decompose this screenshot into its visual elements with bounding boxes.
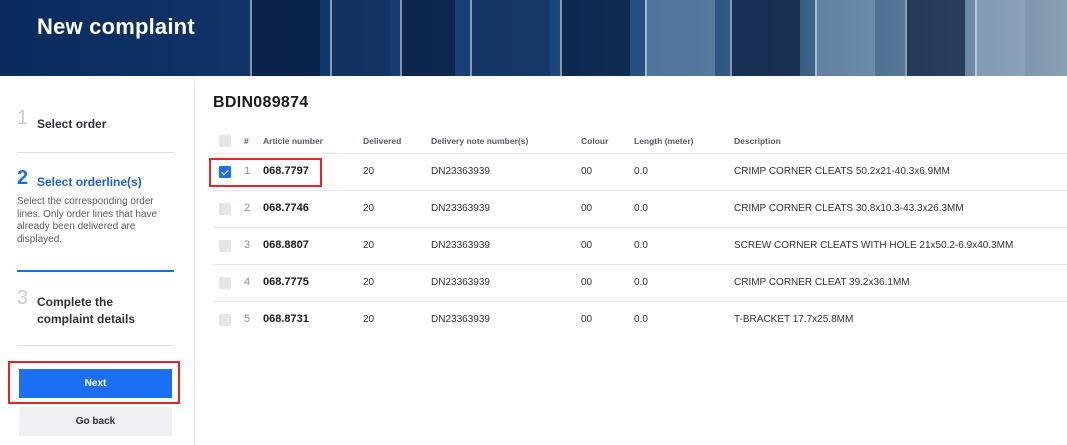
row-article: 068.8731 (263, 313, 309, 325)
row-colour: 00 (581, 203, 593, 214)
row-index: 5 (244, 313, 251, 325)
row-index: 4 (244, 276, 251, 288)
row-delivery-note: DN23363939 (431, 203, 490, 214)
banner-window (645, 0, 715, 76)
banner-window (330, 0, 390, 76)
col-description: Description (734, 136, 781, 146)
page-title: New complaint (37, 14, 195, 39)
row-delivered: 20 (363, 203, 375, 214)
row-article: 068.7746 (263, 202, 309, 214)
table-row[interactable]: 1 068.7797 20 DN23363939 00 0.0 CRIMP CO… (213, 153, 1067, 190)
row-description: SCREW CORNER CLEATS WITH HOLE 21x50.2-6.… (734, 240, 1014, 251)
step-label: Select orderline(s) (37, 175, 142, 189)
step-number: 3 (17, 287, 29, 309)
row-length: 0.0 (634, 203, 648, 214)
banner-window (400, 0, 455, 76)
sidebar-separator (194, 76, 195, 445)
row-checkbox[interactable] (219, 203, 231, 215)
step-description: Select the corresponding order lines. On… (17, 196, 158, 245)
row-length: 0.0 (634, 166, 648, 177)
header-banner: New complaint (0, 0, 1067, 76)
row-colour: 00 (581, 240, 593, 251)
row-index: 3 (244, 239, 251, 251)
row-description: T-BRACKET 17.7x25.8MM (734, 314, 854, 325)
banner-window (975, 0, 1025, 76)
banner-window (815, 0, 875, 76)
col-colour: Colour (581, 136, 609, 146)
row-delivered: 20 (363, 166, 375, 177)
table-row[interactable]: 3 068.8807 20 DN23363939 00 0.0 SCREW CO… (213, 227, 1067, 264)
row-checkbox[interactable] (219, 277, 231, 289)
row-article: 068.8807 (263, 239, 309, 251)
row-index: 2 (244, 202, 251, 214)
step-divider (17, 152, 174, 153)
row-delivery-note: DN23363939 (431, 314, 490, 325)
row-description: CRIMP CORNER CLEATS 30.8x10.3-43.3x26.3M… (734, 203, 964, 214)
step-number: 2 (17, 167, 29, 189)
step-select-orderlines: 2 Select orderline(s) Select the corresp… (17, 167, 174, 259)
row-delivered: 20 (363, 277, 375, 288)
step-divider-active (17, 270, 174, 272)
row-checkbox[interactable] (219, 240, 231, 252)
table-row[interactable]: 4 068.7775 20 DN23363939 00 0.0 CRIMP CO… (213, 264, 1067, 301)
col-article: Article number (263, 136, 323, 146)
row-article: 068.7775 (263, 276, 309, 288)
row-description: CRIMP CORNER CLEATS 50.2x21-40.3x6.9MM (734, 166, 950, 177)
col-length: Length (meter) (634, 136, 694, 146)
step-complete-details: 3 Complete the complaint details (17, 287, 174, 331)
row-delivery-note: DN23363939 (431, 166, 490, 177)
highlight-next-button (8, 361, 180, 404)
banner-window (730, 0, 800, 76)
go-back-button[interactable]: Go back (19, 407, 172, 436)
step-number: 1 (17, 107, 29, 129)
row-delivered: 20 (363, 314, 375, 325)
step-divider (17, 345, 174, 346)
row-checkbox[interactable] (219, 314, 231, 326)
step-label-line1: Complete the (37, 295, 114, 309)
table-header: # Article number Delivered Delivery note… (213, 130, 1067, 152)
row-colour: 00 (581, 166, 593, 177)
row-length: 0.0 (634, 277, 648, 288)
highlight-selected-row (209, 158, 322, 187)
col-delivery-note: Delivery note number(s) (431, 136, 529, 146)
step-label-line2: complaint details (37, 312, 136, 326)
step-label: Select order (37, 117, 107, 131)
col-index: # (244, 136, 249, 146)
row-colour: 00 (581, 277, 593, 288)
banner-window (905, 0, 965, 76)
row-delivery-note: DN23363939 (431, 240, 490, 251)
row-delivered: 20 (363, 240, 375, 251)
banner-window (250, 0, 320, 76)
col-delivered: Delivered (363, 136, 402, 146)
table-row[interactable]: 2 068.7746 20 DN23363939 00 0.0 CRIMP CO… (213, 190, 1067, 227)
banner-window (560, 0, 630, 76)
step-select-order[interactable]: 1 Select order (17, 107, 174, 141)
table-row[interactable]: 5 068.8731 20 DN23363939 00 0.0 T-BRACKE… (213, 301, 1067, 338)
row-colour: 00 (581, 314, 593, 325)
select-all-checkbox[interactable] (219, 135, 231, 147)
row-delivery-note: DN23363939 (431, 277, 490, 288)
row-description: CRIMP CORNER CLEAT 39.2x36.1MM (734, 277, 910, 288)
row-length: 0.0 (634, 314, 648, 325)
order-number: BDIN089874 (213, 94, 309, 111)
row-length: 0.0 (634, 240, 648, 251)
banner-window (470, 0, 550, 76)
